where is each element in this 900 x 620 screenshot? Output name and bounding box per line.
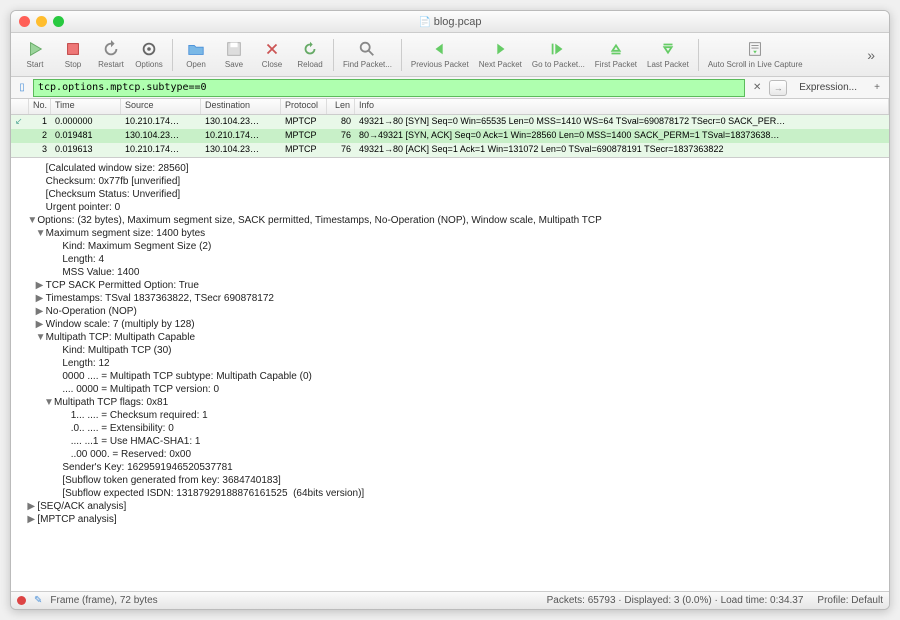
status-packets: Packets: 65793 · Displayed: 3 (0.0%) · L… (547, 595, 804, 606)
toolbar-overflow[interactable]: » (859, 47, 883, 63)
close-button[interactable]: Close (254, 38, 290, 71)
detail-line[interactable]: ▼Multipath TCP: Multipath Capable (19, 331, 881, 344)
save-button[interactable]: Save (216, 38, 252, 71)
detail-line[interactable]: ▶Window scale: 7 (multiply by 128) (19, 318, 881, 331)
last-packet-button[interactable]: Last Packet (643, 38, 693, 71)
detail-line[interactable]: Urgent pointer: 0 (19, 201, 881, 214)
packet-list-header: No. Time Source Destination Protocol Len… (11, 99, 889, 115)
col-protocol[interactable]: Protocol (281, 99, 327, 114)
add-filter-button[interactable]: + (869, 82, 885, 93)
maximize-window-button[interactable] (53, 16, 64, 27)
detail-line[interactable]: ▼Multipath TCP flags: 0x81 (19, 396, 881, 409)
app-window: blog.pcap Start Stop Restart Options Ope… (10, 10, 890, 610)
detail-line[interactable]: ▶[SEQ/ACK analysis] (19, 500, 881, 513)
detail-line[interactable]: [Subflow expected ISDN: 1318792918887616… (19, 487, 881, 500)
detail-line[interactable]: [Calculated window size: 28560] (19, 162, 881, 175)
detail-line[interactable]: ..00 000. = Reserved: 0x00 (19, 448, 881, 461)
detail-line[interactable]: Kind: Multipath TCP (30) (19, 344, 881, 357)
detail-line[interactable]: [Checksum Status: Unverified] (19, 188, 881, 201)
filter-apply-button[interactable]: → (769, 80, 787, 96)
packet-list: No. Time Source Destination Protocol Len… (11, 99, 889, 158)
edit-icon[interactable]: ✎ (34, 595, 42, 606)
status-profile[interactable]: Profile: Default (817, 595, 883, 606)
window-controls (19, 16, 64, 27)
titlebar: blog.pcap (11, 11, 889, 33)
close-window-button[interactable] (19, 16, 30, 27)
detail-line[interactable]: MSS Value: 1400 (19, 266, 881, 279)
detail-line[interactable]: ▼Options: (32 bytes), Maximum segment si… (19, 214, 881, 227)
col-destination[interactable]: Destination (201, 99, 281, 114)
minimize-window-button[interactable] (36, 16, 47, 27)
col-no[interactable]: No. (29, 99, 51, 114)
clear-filter-button[interactable]: ✕ (749, 82, 765, 93)
main-toolbar: Start Stop Restart Options Open Save Clo… (11, 33, 889, 77)
detail-line[interactable]: .... ...1 = Use HMAC-SHA1: 1 (19, 435, 881, 448)
detail-line[interactable]: ▶No-Operation (NOP) (19, 305, 881, 318)
packet-row[interactable]: 20.019481130.104.23…10.210.174…MPTCP7680… (11, 129, 889, 143)
bookmark-icon[interactable]: ▯ (15, 81, 29, 95)
status-bar: ✎ Frame (frame), 72 bytes Packets: 65793… (11, 591, 889, 609)
detail-line[interactable]: Length: 4 (19, 253, 881, 266)
window-title: blog.pcap (419, 16, 482, 28)
detail-line[interactable]: [Subflow token generated from key: 36847… (19, 474, 881, 487)
detail-line[interactable]: Checksum: 0x77fb [unverified] (19, 175, 881, 188)
packet-details[interactable]: [Calculated window size: 28560] Checksum… (11, 158, 889, 591)
packet-row[interactable]: 30.01961310.210.174…130.104.23…MPTCP7649… (11, 143, 889, 157)
display-filter-input[interactable] (33, 79, 745, 97)
col-info[interactable]: Info (355, 99, 889, 114)
detail-line[interactable]: ▼Maximum segment size: 1400 bytes (19, 227, 881, 240)
find-button[interactable]: Find Packet... (339, 38, 396, 71)
options-button[interactable]: Options (131, 38, 167, 71)
prev-packet-button[interactable]: Previous Packet (407, 38, 473, 71)
detail-line[interactable]: Kind: Maximum Segment Size (2) (19, 240, 881, 253)
col-source[interactable]: Source (121, 99, 201, 114)
stop-button[interactable]: Stop (55, 38, 91, 71)
detail-line[interactable]: 0000 .... = Multipath TCP subtype: Multi… (19, 370, 881, 383)
detail-line[interactable]: ▶Timestamps: TSval 1837363822, TSecr 690… (19, 292, 881, 305)
detail-line[interactable]: ▶TCP SACK Permitted Option: True (19, 279, 881, 292)
expression-button[interactable]: Expression... (791, 80, 865, 95)
start-button[interactable]: Start (17, 38, 53, 71)
reload-button[interactable]: Reload (292, 38, 328, 71)
detail-line[interactable]: Length: 12 (19, 357, 881, 370)
detail-line[interactable]: ▶[MPTCP analysis] (19, 513, 881, 526)
col-time[interactable]: Time (51, 99, 121, 114)
expert-info-icon[interactable] (17, 596, 26, 605)
detail-line[interactable]: 1... .... = Checksum required: 1 (19, 409, 881, 422)
filter-bar: ▯ ✕ → Expression... + (11, 77, 889, 99)
goto-packet-button[interactable]: Go to Packet... (528, 38, 589, 71)
col-length[interactable]: Len (327, 99, 355, 114)
status-frame: Frame (frame), 72 bytes (50, 595, 157, 606)
next-packet-button[interactable]: Next Packet (475, 38, 526, 71)
packet-row[interactable]: ↙10.00000010.210.174…130.104.23…MPTCP804… (11, 115, 889, 129)
detail-line[interactable]: .... 0000 = Multipath TCP version: 0 (19, 383, 881, 396)
detail-line[interactable]: Sender's Key: 1629591946520537781 (19, 461, 881, 474)
detail-line[interactable]: .0.. .... = Extensibility: 0 (19, 422, 881, 435)
autoscroll-button[interactable]: Auto Scroll in Live Capture (704, 38, 807, 71)
restart-button[interactable]: Restart (93, 38, 129, 71)
open-button[interactable]: Open (178, 38, 214, 71)
first-packet-button[interactable]: First Packet (591, 38, 641, 71)
